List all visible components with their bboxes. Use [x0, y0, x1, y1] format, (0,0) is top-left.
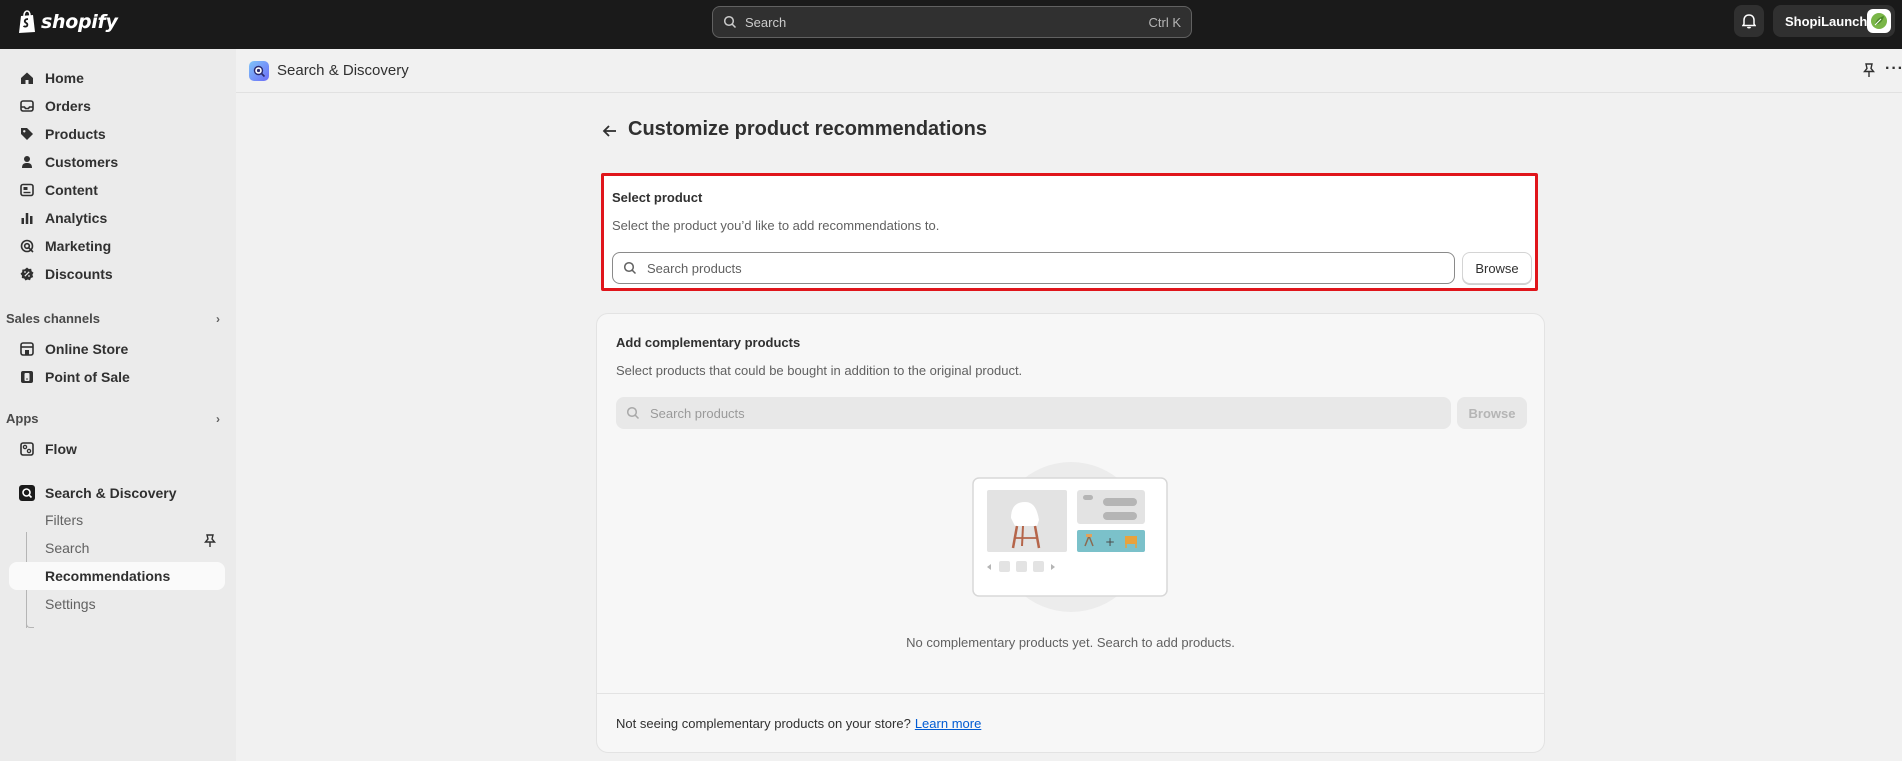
search-icon — [626, 406, 640, 420]
sidebar-item-label: Discounts — [45, 266, 113, 282]
search-discovery-app-icon — [249, 61, 269, 81]
learn-more-link[interactable]: Learn more — [915, 716, 981, 731]
person-icon — [19, 154, 35, 170]
complementary-title: Add complementary products — [616, 335, 801, 350]
complementary-description: Select products that could be bought in … — [616, 363, 1023, 378]
sidebar-item-discounts[interactable]: Discounts — [9, 260, 225, 288]
logo-text: shopify — [41, 11, 118, 33]
sidebar-item-search-discovery[interactable]: Search & Discovery — [9, 479, 225, 507]
global-search-input[interactable]: Search Ctrl K — [712, 6, 1192, 38]
shopify-logo[interactable]: shopify — [17, 10, 118, 34]
search-discovery-app-icon — [19, 485, 35, 501]
sidebar-item-label: Home — [45, 70, 84, 86]
sidebar-item-home[interactable]: Home — [9, 64, 225, 92]
chevron-right-icon: › — [216, 311, 220, 326]
sidebar-item-label: Customers — [45, 154, 119, 170]
select-product-search-input[interactable]: Search products — [612, 252, 1455, 284]
discount-icon — [19, 266, 35, 282]
sales-channels-header[interactable]: Sales channels › — [6, 311, 220, 326]
sidebar-subitem-settings[interactable]: Settings — [9, 590, 225, 618]
store-avatar — [1867, 9, 1891, 33]
sidebar-subitem-label: Settings — [45, 596, 96, 612]
browse-button[interactable]: Browse — [1462, 252, 1532, 284]
search-placeholder: Search products — [647, 260, 742, 276]
sidebar-item-customers[interactable]: Customers — [9, 148, 225, 176]
notifications-button[interactable] — [1734, 5, 1764, 37]
sidebar-item-label: Online Store — [45, 341, 129, 357]
sidebar-item-analytics[interactable]: Analytics — [9, 204, 225, 232]
bell-icon — [1742, 14, 1756, 29]
select-product-card: Select product Select the product you’d … — [601, 173, 1538, 291]
leaf-icon — [1871, 13, 1888, 29]
app-title: Search & Discovery — [277, 62, 409, 79]
complementary-products-card: Add complementary products Select produc… — [596, 313, 1545, 753]
sidebar-subitem-label: Recommendations — [45, 568, 171, 584]
footnote: Not seeing complementary products on you… — [616, 716, 981, 731]
pos-icon — [19, 369, 35, 385]
content-icon — [19, 182, 35, 198]
card-divider — [597, 693, 1544, 694]
svg-text:+: + — [1105, 535, 1115, 549]
empty-state-illustration: + — [972, 462, 1168, 612]
select-product-description: Select the product you’d like to add rec… — [612, 218, 940, 233]
sidebar-subitem-label: Filters — [45, 512, 84, 528]
sidebar-item-flow[interactable]: Flow — [9, 435, 225, 463]
sales-channels-title: Sales channels — [6, 311, 100, 326]
complementary-browse-button: Browse — [1457, 397, 1527, 429]
target-icon — [19, 238, 35, 254]
sidebar-item-online-store[interactable]: Online Store — [9, 335, 225, 363]
store-menu-button[interactable]: ShopiLaunch — [1773, 5, 1895, 37]
inbox-icon — [19, 98, 35, 114]
chevron-right-icon: › — [216, 411, 220, 426]
app-header: Search & Discovery ··· — [236, 49, 1902, 93]
sidebar-item-label: Analytics — [45, 210, 108, 226]
sidebar-item-label: Search & Discovery — [45, 485, 177, 501]
sidebar-item-orders[interactable]: Orders — [9, 92, 225, 120]
shopify-bag-icon — [19, 10, 35, 33]
sidebar-subitem-filters[interactable]: Filters — [9, 506, 225, 534]
sidebar-item-label: Point of Sale — [45, 369, 130, 385]
empty-state-text: No complementary products yet. Search to… — [906, 635, 1235, 650]
sidebar-item-content[interactable]: Content — [9, 176, 225, 204]
flow-icon — [19, 441, 35, 457]
apps-header[interactable]: Apps › — [6, 411, 220, 426]
store-name: ShopiLaunch — [1785, 13, 1868, 29]
sidebar-subitem-recommendations[interactable]: Recommendations — [9, 562, 225, 590]
page-title: Customize product recommendations — [628, 118, 987, 140]
top-bar: shopify Search Ctrl K ShopiLaunch — [0, 0, 1902, 49]
bar-chart-icon — [19, 210, 35, 226]
more-options-icon[interactable]: ··· — [1885, 61, 1902, 80]
sidebar-item-label: Orders — [45, 98, 91, 114]
tag-icon — [19, 126, 35, 142]
sidebar-subitem-search[interactable]: Search — [9, 534, 225, 562]
sidebar-subitem-label: Search — [45, 540, 90, 556]
search-icon — [723, 15, 737, 29]
store-icon — [19, 341, 35, 357]
search-placeholder: Search products — [650, 405, 745, 421]
select-product-title: Select product — [612, 190, 703, 205]
sidebar-item-point-of-sale[interactable]: Point of Sale — [9, 363, 225, 391]
home-icon — [19, 70, 35, 86]
back-arrow-icon[interactable] — [600, 121, 620, 141]
complementary-search-input: Search products — [616, 397, 1451, 429]
footnote-text: Not seeing complementary products on you… — [616, 716, 911, 731]
sidebar-item-products[interactable]: Products — [9, 120, 225, 148]
search-shortcut: Ctrl K — [1148, 14, 1182, 30]
search-icon — [623, 261, 637, 275]
sidebar-item-label: Marketing — [45, 238, 112, 254]
sidebar-item-label: Products — [45, 126, 106, 142]
sidebar-item-label: Flow — [45, 441, 77, 457]
global-search-placeholder: Search — [745, 14, 787, 30]
apps-title: Apps — [6, 411, 39, 426]
sidebar-item-marketing[interactable]: Marketing — [9, 232, 225, 260]
pin-icon[interactable] — [1860, 62, 1878, 80]
sidebar-item-label: Content — [45, 182, 98, 198]
sidebar: Home Orders Products Customers Content A… — [0, 49, 236, 761]
